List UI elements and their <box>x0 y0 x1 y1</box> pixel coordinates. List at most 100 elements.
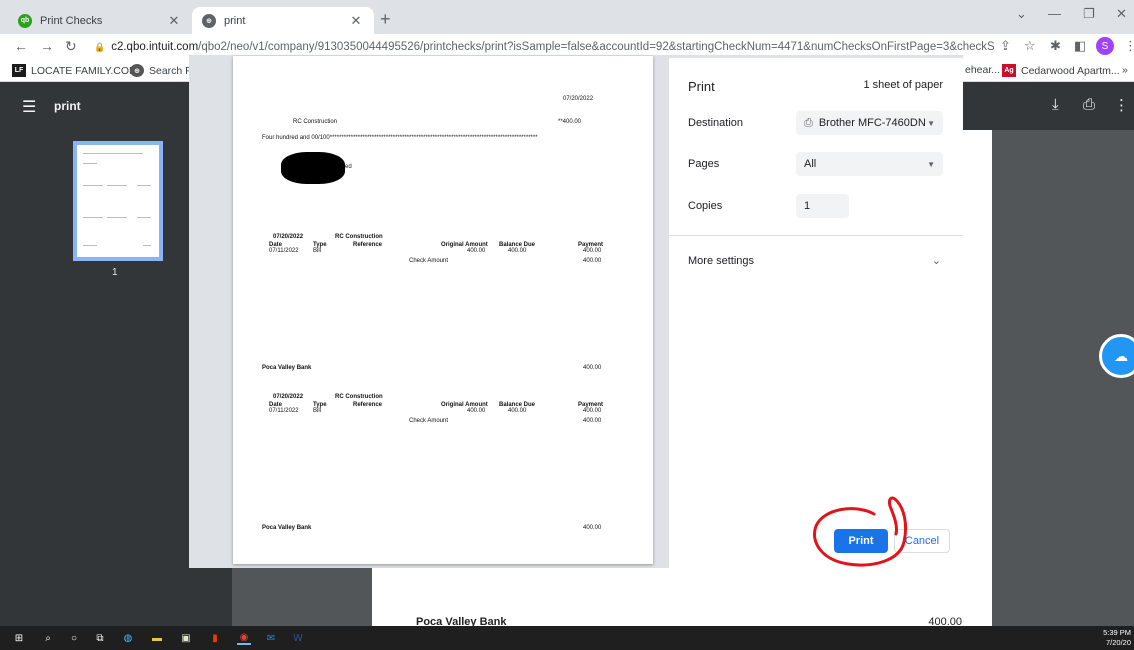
stub-payee: RC Construction <box>335 234 383 240</box>
chevron-down-icon: ▼ <box>927 159 935 169</box>
redaction-mark <box>281 152 345 184</box>
stub-check-amount-label: Check Amount <box>409 258 449 264</box>
side-panel-icon[interactable]: ◧ <box>1074 38 1086 54</box>
stub-row-payment: 400.00 <box>583 248 602 254</box>
edge-icon[interactable]: ◍ <box>121 631 135 645</box>
close-window-icon[interactable]: ✕ <box>1116 6 1127 22</box>
stub-header-reference: Reference <box>353 242 383 248</box>
cloud-icon[interactable]: ☁ <box>1099 334 1134 378</box>
print-button[interactable]: Print <box>834 529 888 553</box>
bookmark-cedarwood[interactable]: Ag Cedarwood Apartm... <box>1002 64 1120 77</box>
bookmark-label: ehear... <box>965 64 1001 76</box>
copies-value: 1 <box>804 200 811 212</box>
extensions-icon[interactable]: ✱ <box>1050 38 1061 54</box>
menu-icon[interactable]: ☰ <box>22 97 36 117</box>
url-host: c2.qbo.intuit.com <box>111 41 199 53</box>
system-clock[interactable]: 5:39 PM 7/20/20 <box>1103 628 1131 648</box>
stub-check-amount-label: Check Amount <box>409 418 449 424</box>
stub-row-date: 07/11/2022 <box>269 248 299 254</box>
address-bar[interactable]: 🔒 c2.qbo.intuit.com /qbo2/neo/v1/company… <box>94 37 994 57</box>
stub-row-balance: 400.00 <box>508 408 527 414</box>
print-icon[interactable]: ⎙ <box>1083 96 1095 113</box>
forward-icon[interactable]: → <box>40 38 54 54</box>
cedarwood-icon: Ag <box>1002 64 1016 77</box>
more-settings-label[interactable]: More settings <box>688 255 754 267</box>
new-tab-icon[interactable]: + <box>380 9 391 30</box>
pages-label: Pages <box>688 158 720 170</box>
print-settings-panel: Print 1 sheet of paper Destination ⎙ Bro… <box>669 58 963 568</box>
check-payee: RC Construction <box>293 119 338 125</box>
destination-label: Destination <box>688 117 744 129</box>
globe-icon: ⊕ <box>202 13 216 28</box>
tab-print-checks[interactable]: qb Print Checks ✕ <box>8 7 192 34</box>
bookmark-ehear[interactable]: ehear... <box>965 64 1000 76</box>
file-explorer-icon[interactable]: ▬ <box>150 631 164 645</box>
reload-icon[interactable]: ↻ <box>65 38 77 55</box>
share-icon[interactable]: ⇪ <box>1000 38 1011 54</box>
print-preview: 07/20/2022 RC Construction **400.00 Four… <box>233 56 653 564</box>
tab-strip: qb Print Checks ✕ ⊕ print ✕ + ⌄ — ❐ ✕ <box>0 0 1134 34</box>
chevron-down-icon: ▼ <box>927 118 935 128</box>
stub-date: 07/20/2022 <box>273 394 304 400</box>
locate-family-icon: LF <box>12 64 26 77</box>
address-suffix: ed <box>345 164 352 170</box>
stub-check-amount: 400.00 <box>583 418 602 424</box>
print-panel-title: Print <box>688 79 715 94</box>
thumbnail-page-number: 1 <box>112 267 118 278</box>
download-icon[interactable]: ⤓ <box>1052 96 1059 113</box>
chevron-down-icon[interactable]: ⌄ <box>932 254 941 267</box>
stub-check-amount: 400.00 <box>583 258 602 264</box>
bookmark-locate-family[interactable]: LF LOCATE FAMILY.COM <box>12 64 138 77</box>
office-icon[interactable]: ▮ <box>208 631 222 645</box>
clock-date: 7/20/20 <box>1105 638 1131 647</box>
pdf-title: print <box>54 99 81 113</box>
printer-icon: ⎙ <box>804 116 813 129</box>
chrome-icon[interactable]: ◉ <box>237 631 251 645</box>
stub-bank: Poca Valley Bank <box>262 365 312 371</box>
browser-menu-icon[interactable]: ⋮ <box>1124 38 1134 54</box>
word-icon[interactable]: W <box>291 631 305 645</box>
cortana-icon[interactable]: ○ <box>67 631 81 645</box>
quickbooks-icon: qb <box>18 13 32 28</box>
back-icon[interactable]: ← <box>14 38 28 54</box>
url-path: /qbo2/neo/v1/company/9130350044495526/pr… <box>198 41 994 53</box>
bookmark-label: LOCATE FAMILY.COM <box>31 64 138 77</box>
stub-row-type: Bill <box>313 408 322 414</box>
clock-time: 5:39 PM <box>1103 628 1131 637</box>
pages-select[interactable]: All ▼ <box>796 152 943 176</box>
check-amount-numeric: **400.00 <box>558 119 582 125</box>
stub-payee: RC Construction <box>335 394 383 400</box>
bookmark-search-people[interactable]: ⊕ Search Pe <box>130 64 198 77</box>
store-icon[interactable]: ▣ <box>179 631 193 645</box>
sheet-count: 1 sheet of paper <box>863 79 943 91</box>
tab-print[interactable]: ⊕ print ✕ <box>192 7 374 34</box>
search-icon[interactable]: ⌕ <box>41 631 55 645</box>
tab-title: Print Checks <box>40 14 103 27</box>
stub-bank-amount: 400.00 <box>583 525 602 531</box>
page-thumbnail[interactable] <box>73 141 163 261</box>
check-date: 07/20/2022 <box>563 96 594 102</box>
check-amount-words: Four hundred and 00/100*****************… <box>262 135 538 141</box>
task-view-icon[interactable]: ⧉ <box>93 631 107 645</box>
destination-value: Brother MFC-7460DN <box>818 117 926 129</box>
close-tab-icon[interactable]: ✕ <box>348 13 364 29</box>
tab-search-icon[interactable]: ⌄ <box>1016 6 1027 22</box>
minimize-icon[interactable]: — <box>1048 6 1061 21</box>
destination-select[interactable]: ⎙ Brother MFC-7460DN ▼ <box>796 111 943 135</box>
close-tab-icon[interactable]: ✕ <box>166 13 182 29</box>
bookmark-star-icon[interactable]: ☆ <box>1024 38 1036 54</box>
restore-icon[interactable]: ❐ <box>1083 6 1095 22</box>
copies-input[interactable]: 1 <box>796 194 849 218</box>
outlook-icon[interactable]: ✉ <box>264 631 278 645</box>
lock-icon: 🔒 <box>94 41 106 52</box>
stub-header-reference: Reference <box>353 402 383 408</box>
cancel-button[interactable]: Cancel <box>894 529 950 553</box>
stub-row-type: Bill <box>313 248 322 254</box>
profile-avatar[interactable]: S <box>1096 37 1114 55</box>
more-bookmarks-button[interactable]: » <box>1122 64 1128 76</box>
windows-start-icon[interactable]: ⊞ <box>12 631 26 645</box>
stub-row-original: 400.00 <box>467 408 486 414</box>
more-actions-icon[interactable]: ⋮ <box>1114 96 1129 114</box>
stub-bank-amount: 400.00 <box>583 365 602 371</box>
taskbar: ⊞ ⌕ ○ ⧉ ◍ ▬ ▣ ▮ ◉ ✉ W 5:39 PM 7/20/20 <box>0 626 1134 650</box>
